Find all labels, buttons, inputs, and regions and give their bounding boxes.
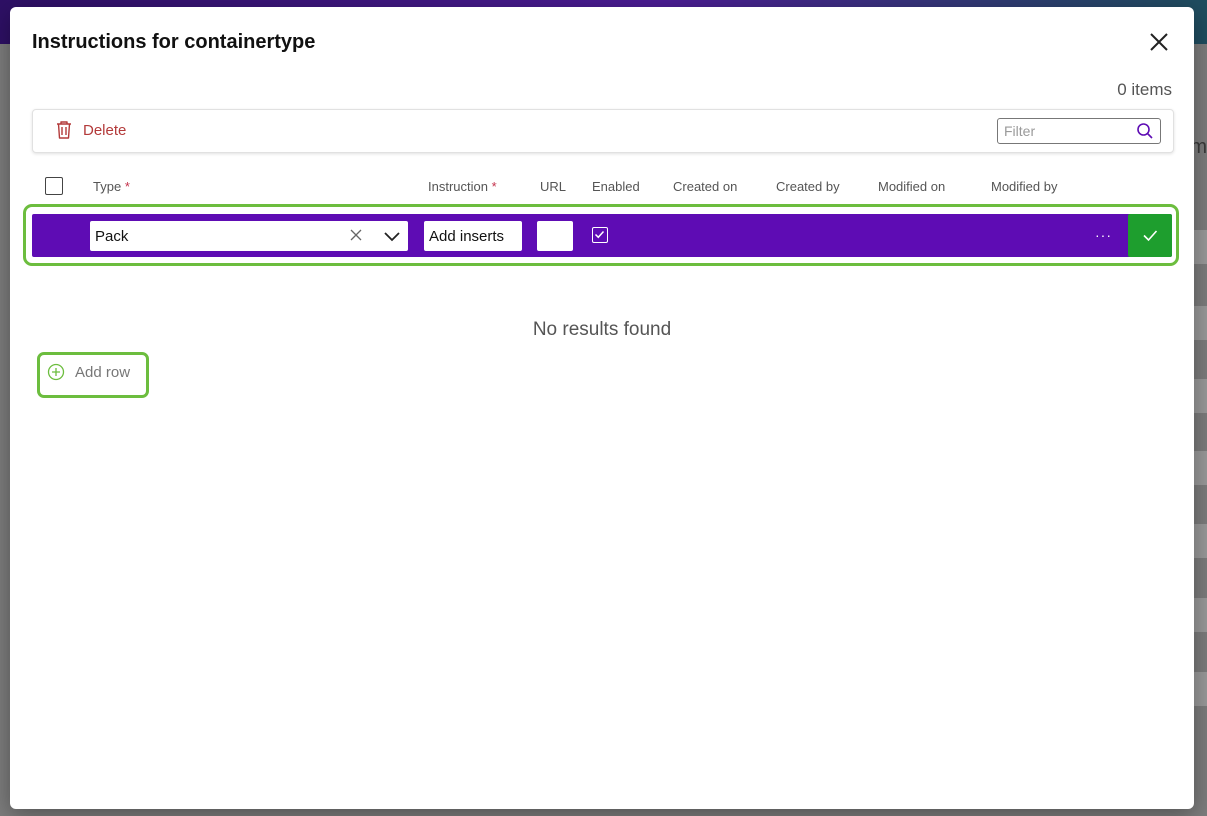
type-value: Pack (95, 228, 129, 245)
type-combobox[interactable]: Pack (90, 221, 408, 251)
background-strip (1193, 598, 1207, 632)
grid-header: Type * Instruction * URL Enabled Created… (32, 175, 1172, 197)
edit-row: Pack ··· (32, 214, 1172, 257)
toolbar: Delete (32, 109, 1174, 153)
add-row-label: Add row (75, 363, 131, 381)
column-header-enabled[interactable]: Enabled (592, 179, 640, 194)
background-strip (1193, 306, 1207, 340)
add-row-button[interactable]: Add row (47, 363, 130, 381)
instruction-input[interactable] (424, 221, 522, 251)
checkmark-icon (594, 230, 605, 239)
background-strip (1193, 230, 1207, 264)
filter-input[interactable] (1004, 121, 1132, 141)
clear-icon[interactable] (349, 228, 363, 242)
delete-button[interactable]: Delete (55, 120, 126, 140)
save-row-button[interactable] (1128, 214, 1172, 257)
select-all-checkbox[interactable] (45, 177, 63, 195)
items-count: 0 items (1117, 80, 1172, 99)
column-header-instruction[interactable]: Instruction * (428, 179, 497, 194)
filter-box (997, 118, 1161, 144)
empty-state-message: No results found (532, 319, 672, 340)
chevron-down-icon[interactable] (383, 229, 401, 243)
column-header-type[interactable]: Type * (93, 179, 130, 194)
close-icon (1150, 33, 1168, 51)
more-icon[interactable]: ··· (1095, 227, 1112, 243)
background-strip (1193, 451, 1207, 485)
url-input[interactable] (537, 221, 573, 251)
column-header-label: Type (93, 179, 122, 194)
enabled-checkbox[interactable] (592, 227, 608, 243)
close-button[interactable] (1146, 29, 1172, 55)
column-header-url[interactable]: URL (540, 179, 566, 194)
column-header-modified-by[interactable]: Modified by (991, 179, 1057, 194)
dialog-title: Instructions for containertype (32, 31, 316, 53)
column-header-created-on[interactable]: Created on (673, 179, 737, 194)
column-header-created-by[interactable]: Created by (776, 179, 840, 194)
delete-label: Delete (83, 121, 127, 139)
column-header-label: Instruction (428, 179, 488, 194)
required-marker: * (124, 179, 130, 194)
column-header-modified-on[interactable]: Modified on (878, 179, 945, 194)
search-icon[interactable] (1136, 122, 1154, 140)
background-strip (1193, 672, 1207, 706)
checkmark-icon (1143, 230, 1158, 242)
background-strip (1193, 379, 1207, 413)
trash-icon (57, 121, 71, 139)
background-strip (1193, 524, 1207, 558)
required-marker: * (491, 179, 497, 194)
instructions-dialog: Instructions for containertype 0 items D… (10, 7, 1194, 809)
add-circle-icon (47, 363, 65, 381)
